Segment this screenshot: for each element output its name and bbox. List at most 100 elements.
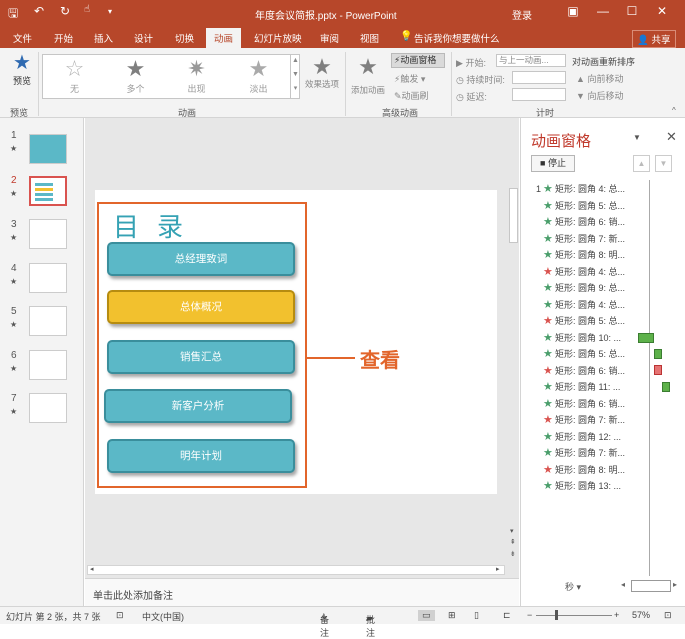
redo-icon[interactable]: ↻ [60, 4, 70, 18]
slide-title[interactable]: 目录 [113, 207, 201, 244]
zoom-in-timeline-icon[interactable]: ▸ [673, 580, 677, 589]
animation-item[interactable]: ★ 矩形: 圆角 10: ... [531, 330, 649, 346]
timeline-bar[interactable] [654, 349, 662, 359]
save-icon[interactable]: 🖫 [8, 4, 18, 25]
animation-item[interactable]: 1 ★ 矩形: 圆角 4: 总... [531, 181, 649, 197]
seconds-dropdown[interactable]: 秒 ▾ [565, 580, 581, 593]
trigger-button[interactable]: ⚡触发 ▾ [394, 72, 425, 85]
animation-item[interactable]: ★ 矩形: 圆角 5: 总... [531, 313, 649, 329]
tab-animations[interactable]: 动画 [206, 28, 242, 50]
zoom-in-icon[interactable]: + [614, 610, 619, 620]
toc-button-4[interactable]: 新客户分析 [104, 389, 292, 423]
vertical-scroll-thumb[interactable] [509, 188, 518, 243]
stop-button[interactable]: ■ 停止 [531, 155, 575, 172]
animation-item[interactable]: ★ 矩形: 圆角 11: ... [531, 379, 649, 395]
gallery-scroll[interactable]: ▲ ▼ ▾ [290, 54, 300, 99]
notes-area[interactable]: 单击此处添加备注 [85, 578, 519, 606]
move-later-button[interactable]: ▼ 向后移动 [576, 89, 623, 102]
animation-item[interactable]: ★ 矩形: 圆角 8: 明... [531, 462, 649, 478]
animation-item[interactable]: ★ 矩形: 圆角 6: 销... [531, 363, 649, 379]
timeline-bar[interactable] [654, 365, 662, 375]
fit-slide-icon[interactable]: ⊡ [664, 610, 672, 621]
share-button[interactable]: 👤 共享 [632, 30, 676, 48]
tab-slideshow[interactable]: 幻灯片放映 [254, 31, 302, 45]
slide-thumbnail-6[interactable] [29, 350, 67, 380]
tab-view[interactable]: 视图 [360, 31, 379, 45]
callout-text[interactable]: 查看 [360, 344, 400, 373]
zoom-slider[interactable] [536, 615, 612, 616]
reading-view-icon[interactable]: ▯ [474, 610, 479, 621]
tab-file[interactable]: 文件 [13, 31, 32, 45]
add-animation-button[interactable]: ★ 添加动画 [350, 56, 386, 96]
tell-me-search[interactable]: 告诉我你想要做什么 [414, 31, 500, 45]
animation-item[interactable]: ★ 矩形: 圆角 13: ... [531, 478, 649, 494]
language[interactable]: 中文(中国) [142, 610, 184, 623]
timeline-bar[interactable] [638, 333, 654, 343]
close-icon[interactable]: ✕ [652, 4, 672, 18]
slide-thumbnail-1[interactable] [29, 134, 67, 164]
toc-button-2[interactable]: 总体概况 [107, 290, 295, 324]
slide-sorter-icon[interactable]: ⊞ [448, 610, 456, 621]
move-down-icon[interactable]: ▼ [655, 155, 672, 172]
move-earlier-button[interactable]: ▲ 向前移动 [576, 72, 623, 85]
animation-item[interactable]: ★ 矩形: 圆角 5: 总... [531, 198, 649, 214]
move-up-icon[interactable]: ▲ [633, 155, 650, 172]
zoom-level[interactable]: 57% [632, 610, 650, 620]
animation-item[interactable]: ★ 矩形: 圆角 7: 新... [531, 412, 649, 428]
animation-item[interactable]: ★ 矩形: 圆角 7: 新... [531, 231, 649, 247]
horizontal-scrollbar[interactable] [87, 565, 505, 575]
effect-multiple[interactable]: ★ 多个 [113, 58, 158, 95]
undo-icon[interactable]: ↶ [34, 4, 44, 18]
ribbon-display-icon[interactable]: ▣ [563, 4, 583, 18]
slide-thumbnail-7[interactable] [29, 393, 67, 423]
start-select[interactable]: 与上一动画... [496, 54, 566, 67]
timeline-zoom[interactable] [631, 580, 671, 592]
slide-thumbnail-4[interactable] [29, 263, 67, 293]
tab-home[interactable]: 开始 [54, 31, 73, 45]
animation-pane-button[interactable]: ⚡动画窗格 [391, 53, 445, 68]
tab-review[interactable]: 审阅 [320, 31, 339, 45]
timeline-bar[interactable] [662, 382, 670, 392]
scroll-left-icon[interactable]: ◂ [90, 565, 94, 573]
zoom-out-timeline-icon[interactable]: ◂ [621, 580, 625, 589]
animation-item[interactable]: ★ 矩形: 圆角 9: 总... [531, 280, 649, 296]
collapse-ribbon-icon[interactable]: ^ [672, 106, 676, 115]
scroll-down-icon[interactable]: ▾ [510, 527, 514, 535]
toc-button-1[interactable]: 总经理致词 [107, 242, 295, 276]
slideshow-icon[interactable]: ⊏ [503, 610, 511, 621]
toc-button-3[interactable]: 销售汇总 [107, 340, 295, 374]
effect-options-button[interactable]: ★ 效果选项 [304, 56, 340, 90]
animation-item[interactable]: ★ 矩形: 圆角 12: ... [531, 429, 649, 445]
login-link[interactable]: 登录 [512, 7, 532, 22]
slide-thumbnail-2[interactable] [29, 176, 67, 206]
slide-thumbnail-5[interactable] [29, 306, 67, 336]
prev-slide-icon[interactable]: ⇞ [510, 538, 516, 546]
scroll-right-icon[interactable]: ▸ [496, 565, 500, 573]
tab-design[interactable]: 设计 [134, 31, 153, 45]
toc-button-5[interactable]: 明年计划 [107, 439, 295, 473]
animation-item[interactable]: ★ 矩形: 圆角 7: 新... [531, 445, 649, 461]
zoom-slider-thumb[interactable] [555, 610, 558, 620]
touch-mode-icon[interactable]: ☝ [84, 4, 90, 15]
effect-none[interactable]: ☆ 无 [52, 58, 97, 95]
next-slide-icon[interactable]: ⇟ [510, 550, 516, 558]
effect-fade[interactable]: ★ 淡出 [236, 58, 281, 95]
delay-input[interactable] [512, 88, 566, 101]
animation-item[interactable]: ★ 矩形: 圆角 6: 销... [531, 396, 649, 412]
close-icon[interactable]: ✕ [666, 129, 677, 145]
tab-transitions[interactable]: 切换 [175, 31, 194, 45]
animation-item[interactable]: ★ 矩形: 圆角 6: 销... [531, 214, 649, 230]
animation-item[interactable]: ★ 矩形: 圆角 5: 总... [531, 346, 649, 362]
preview-button[interactable]: ★ 预览 [8, 52, 36, 87]
animation-item[interactable]: ★ 矩形: 圆角 4: 总... [531, 297, 649, 313]
pane-menu-icon[interactable]: ▼ [633, 133, 641, 142]
effect-appear[interactable]: ✷ 出现 [174, 58, 219, 95]
maximize-icon[interactable]: ☐ [622, 4, 642, 18]
tab-insert[interactable]: 插入 [94, 31, 113, 45]
minimize-icon[interactable]: — [593, 4, 613, 18]
normal-view-icon[interactable]: ▭ [418, 610, 435, 621]
animation-item[interactable]: ★ 矩形: 圆角 4: 总... [531, 264, 649, 280]
zoom-out-icon[interactable]: − [527, 610, 532, 620]
slide-thumbnail-3[interactable] [29, 219, 67, 249]
qat-dropdown-icon[interactable]: ▾ [108, 7, 112, 16]
